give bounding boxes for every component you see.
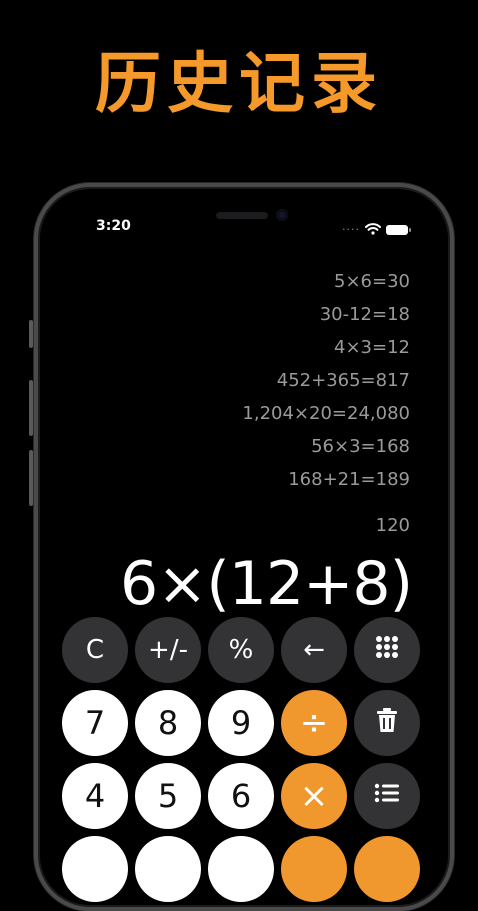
history-list: 5×6=30 30-12=18 4×3=12 452+365=817 1,204… (242, 265, 410, 496)
multiply-button[interactable]: × (281, 763, 347, 829)
phone-frame: 3:20 ···· 5×6=30 30-12=18 4×3=12 452+365… (34, 183, 454, 911)
digit-7-button[interactable]: 7 (62, 690, 128, 756)
signal-dots: ···· (342, 223, 360, 236)
digit-2-button[interactable] (135, 836, 201, 902)
status-time: 3:20 (96, 218, 131, 234)
status-indicators: ···· (342, 220, 411, 239)
digit-9-button[interactable]: 9 (208, 690, 274, 756)
grid-icon (374, 634, 400, 667)
history-item[interactable]: 1,204×20=24,080 (242, 397, 410, 430)
volume-up-button (29, 380, 33, 436)
clear-button[interactable]: C (62, 617, 128, 683)
divide-button[interactable]: ÷ (281, 690, 347, 756)
history-item[interactable]: 5×6=30 (242, 265, 410, 298)
expression-display: 6×(12+8) (119, 549, 413, 619)
list-icon (374, 781, 400, 811)
mute-switch (29, 320, 33, 348)
equals-button[interactable] (354, 836, 420, 902)
sign-toggle-button[interactable]: +/- (135, 617, 201, 683)
trash-button[interactable] (354, 690, 420, 756)
history-item[interactable]: 4×3=12 (242, 331, 410, 364)
history-item[interactable]: 56×3=168 (242, 430, 410, 463)
history-item[interactable]: 30-12=18 (242, 298, 410, 331)
digit-1-button[interactable] (62, 836, 128, 902)
headline-title: 历史记录 (95, 45, 383, 122)
wifi-icon (365, 220, 381, 239)
digit-4-button[interactable]: 4 (62, 763, 128, 829)
history-item[interactable]: 168+21=189 (242, 463, 410, 496)
previous-result: 120 (375, 515, 410, 536)
history-item[interactable]: 452+365=817 (242, 364, 410, 397)
percent-button[interactable]: % (208, 617, 274, 683)
digit-3-button[interactable] (208, 836, 274, 902)
trash-icon (375, 707, 399, 740)
digit-8-button[interactable]: 8 (135, 690, 201, 756)
front-camera (276, 209, 288, 221)
volume-down-button (29, 450, 33, 506)
digit-6-button[interactable]: 6 (208, 763, 274, 829)
earpiece-speaker (216, 212, 268, 219)
history-list-button[interactable] (354, 763, 420, 829)
subtract-button[interactable] (281, 836, 347, 902)
backspace-button[interactable]: ← (281, 617, 347, 683)
digit-5-button[interactable]: 5 (135, 763, 201, 829)
grid-button[interactable] (354, 617, 420, 683)
battery-icon (386, 224, 411, 235)
